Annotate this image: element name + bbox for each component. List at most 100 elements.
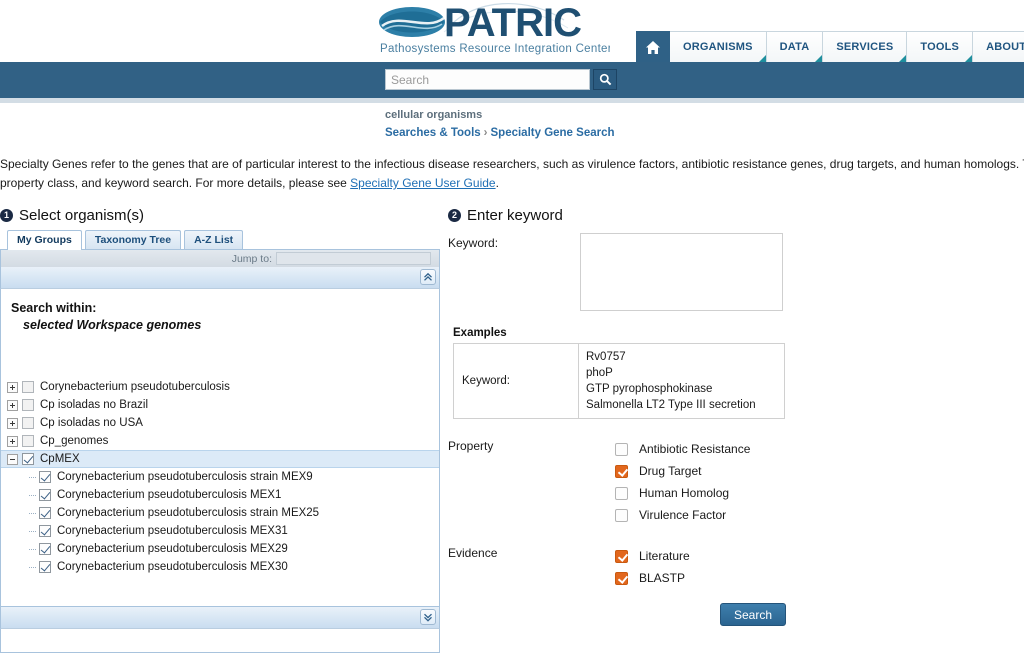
- tree-row[interactable]: Cp isoladas no Brazil: [1, 396, 439, 414]
- nav-corner-marker: [815, 55, 823, 62]
- tree-row[interactable]: Cp isoladas no USA: [1, 414, 439, 432]
- nav-corner-marker: [758, 55, 766, 62]
- tree-checkbox-checked[interactable]: [39, 543, 51, 555]
- nav-item-services[interactable]: SERVICES: [823, 31, 908, 62]
- breadcrumb-parent-link[interactable]: Searches & Tools: [385, 127, 481, 139]
- tree-row[interactable]: Corynebacterium pseudotuberculosis MEX1: [1, 486, 439, 504]
- nav-item-organisms[interactable]: ORGANISMS: [670, 31, 767, 62]
- tree-bottom-padding: [0, 629, 440, 653]
- tree-checkbox-checked[interactable]: [22, 453, 34, 465]
- jump-to-input[interactable]: [276, 252, 431, 265]
- tree-row[interactable]: Corynebacterium pseudotuberculosis MEX30: [1, 558, 439, 576]
- search-form-body: 1 Select organism(s) My Groups Taxonomy …: [0, 205, 1024, 653]
- tree-scroll-down-bar[interactable]: [0, 607, 440, 629]
- nav-corner-marker: [965, 55, 973, 62]
- patric-logo[interactable]: PATRIC Pathosystems Resource Integration…: [378, 2, 610, 58]
- property-group: Property Antibiotic Resistance Drug Targ…: [448, 438, 1024, 526]
- nav-item-tools[interactable]: TOOLS: [907, 31, 974, 62]
- tree-checkbox[interactable]: [22, 435, 34, 447]
- tree-item-label: Corynebacterium pseudotuberculosis strai…: [57, 471, 313, 483]
- description-line-2: property class, and keyword search. For …: [0, 174, 1024, 193]
- description-line-1: Specialty Genes refer to the genes that …: [0, 157, 1024, 171]
- svg-text:Pathosystems Resource Integrat: Pathosystems Resource Integration Center: [380, 43, 610, 55]
- organism-tabs: My Groups Taxonomy Tree A-Z List: [0, 230, 440, 250]
- tree-row[interactable]: Corynebacterium pseudotuberculosis strai…: [1, 504, 439, 522]
- checkbox-checked[interactable]: [615, 549, 628, 563]
- property-option-drug-target[interactable]: Drug Target: [615, 460, 750, 482]
- tree-checkbox[interactable]: [22, 399, 34, 411]
- nav-corner-marker: [899, 55, 907, 62]
- user-guide-link[interactable]: Specialty Gene User Guide: [350, 176, 495, 190]
- patric-swoosh-logo: PATRIC Pathosystems Resource Integration…: [379, 2, 610, 55]
- tree-connector: [29, 530, 36, 532]
- tree-row[interactable]: Corynebacterium pseudotuberculosis MEX31: [1, 522, 439, 540]
- examples-table: Keyword: Rv0757 phoP GTP pyrophosphokina…: [453, 343, 785, 419]
- property-option-human-homolog[interactable]: Human Homolog: [615, 482, 750, 504]
- keyword-textarea[interactable]: [580, 233, 783, 311]
- jump-to-bar: Jump to:: [0, 250, 440, 267]
- nav-item-about[interactable]: ABOUT: [973, 31, 1024, 62]
- option-label: Antibiotic Resistance: [639, 442, 751, 456]
- checkbox[interactable]: [615, 508, 628, 522]
- nav-label: SERVICES: [836, 41, 894, 53]
- breadcrumb: Searches & Tools › Specialty Gene Search: [385, 127, 1024, 139]
- tree-row[interactable]: Corynebacterium pseudotuberculosis: [1, 378, 439, 396]
- tree-checkbox-checked[interactable]: [39, 561, 51, 573]
- evidence-options: Literature BLASTP: [615, 545, 690, 589]
- property-option-virulence-factor[interactable]: Virulence Factor: [615, 504, 750, 526]
- tree-row[interactable]: Corynebacterium pseudotuberculosis MEX29: [1, 540, 439, 558]
- tree-scroll-up-bar[interactable]: [0, 267, 440, 289]
- checkbox-checked[interactable]: [615, 571, 628, 585]
- tree-connector: [29, 494, 36, 496]
- property-option-antibiotic-resistance[interactable]: Antibiotic Resistance: [615, 438, 750, 460]
- scroll-down-button[interactable]: [420, 609, 436, 625]
- svg-text:PATRIC: PATRIC: [444, 2, 581, 45]
- option-label: Drug Target: [639, 464, 702, 478]
- organism-panel: 1 Select organism(s) My Groups Taxonomy …: [0, 205, 440, 653]
- checkbox[interactable]: [615, 486, 628, 500]
- tree-connector: [29, 548, 36, 550]
- global-search-band: [0, 62, 1024, 98]
- example-value: GTP pyrophosphokinase: [586, 383, 713, 395]
- tree-item-label: CpMEX: [40, 453, 80, 465]
- tree-checkbox-checked[interactable]: [39, 525, 51, 537]
- search-input[interactable]: [385, 69, 590, 90]
- nav-item-data[interactable]: DATA: [766, 31, 824, 62]
- expand-icon[interactable]: [7, 417, 18, 429]
- expand-icon[interactable]: [7, 435, 18, 447]
- description-line-2-pre: property class, and keyword search. For …: [0, 176, 351, 190]
- tree-row[interactable]: Cp_genomes: [1, 432, 439, 450]
- nav-home-button[interactable]: [636, 31, 670, 62]
- property-label: Property: [448, 439, 494, 453]
- search-within-value: selected Workspace genomes: [23, 318, 202, 332]
- tree-checkbox[interactable]: [22, 381, 34, 393]
- organism-tree: Corynebacterium pseudotuberculosis Cp is…: [1, 378, 439, 576]
- tree-row[interactable]: Corynebacterium pseudotuberculosis strai…: [1, 468, 439, 486]
- expand-icon[interactable]: [7, 381, 18, 393]
- search-button[interactable]: Search: [720, 603, 786, 626]
- tree-checkbox[interactable]: [22, 417, 34, 429]
- main-navigation: ORGANISMS DATA SERVICES TOOLS ABOUT: [636, 31, 1024, 62]
- expand-icon[interactable]: [7, 399, 18, 411]
- scroll-up-button[interactable]: [420, 269, 436, 285]
- tree-checkbox-checked[interactable]: [39, 489, 51, 501]
- collapse-icon[interactable]: [7, 453, 18, 465]
- site-header: PATRIC Pathosystems Resource Integration…: [0, 0, 1024, 62]
- nav-label: TOOLS: [920, 41, 960, 53]
- evidence-option-literature[interactable]: Literature: [615, 545, 690, 567]
- tab-my-groups[interactable]: My Groups: [7, 230, 82, 250]
- tree-row-selected[interactable]: CpMEX: [1, 450, 439, 468]
- search-submit-button[interactable]: [593, 69, 617, 90]
- checkbox[interactable]: [615, 442, 628, 456]
- organism-panel-title: Select organism(s): [19, 206, 145, 224]
- tree-item-label: Cp_genomes: [40, 435, 109, 447]
- tree-checkbox-checked[interactable]: [39, 507, 51, 519]
- tab-a-z-list[interactable]: A-Z List: [184, 230, 244, 249]
- checkbox-checked[interactable]: [615, 464, 628, 478]
- breadcrumb-separator: ›: [483, 127, 488, 139]
- tree-checkbox-checked[interactable]: [39, 471, 51, 483]
- evidence-option-blastp[interactable]: BLASTP: [615, 567, 690, 589]
- search-button-row: Search: [448, 603, 1024, 626]
- search-icon: [599, 73, 611, 86]
- tab-taxonomy-tree[interactable]: Taxonomy Tree: [84, 230, 182, 249]
